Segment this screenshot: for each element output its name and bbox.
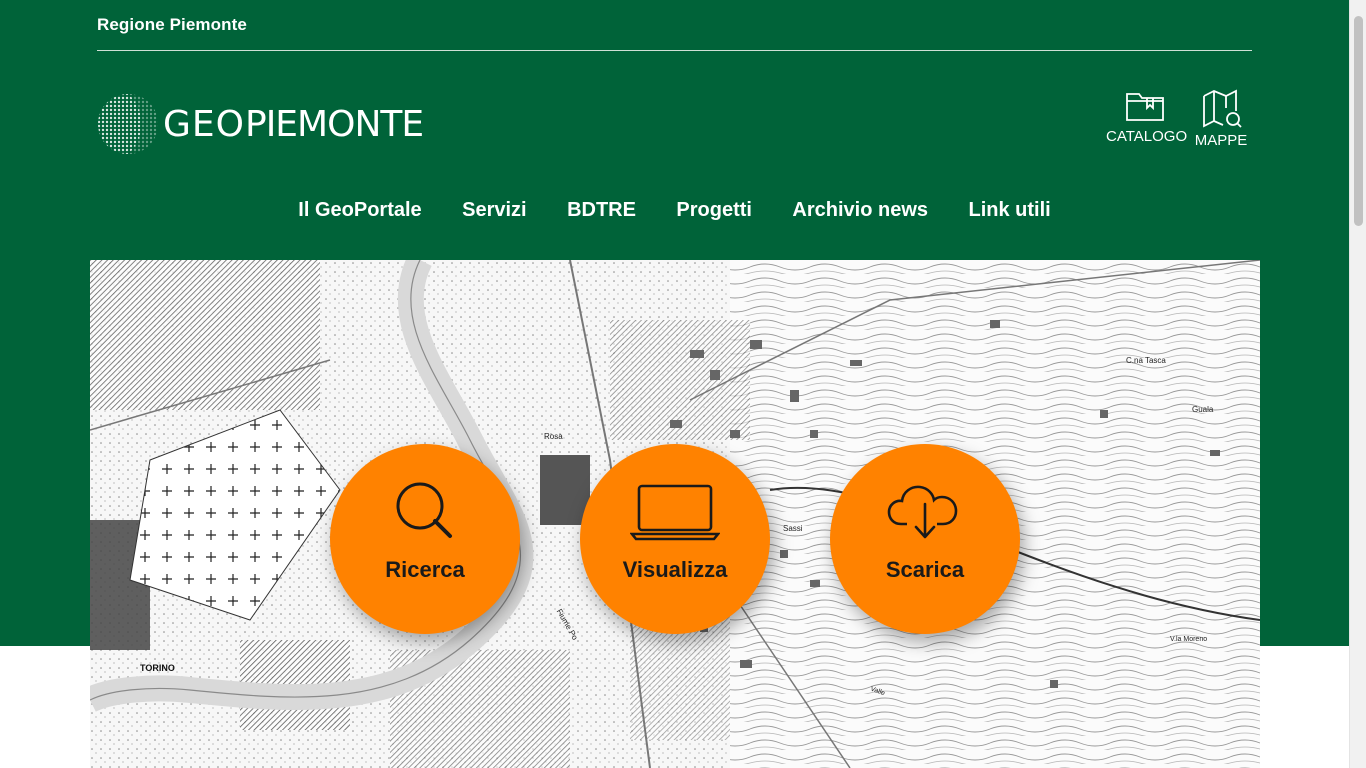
visualizza-label: Visualizza bbox=[622, 557, 728, 582]
nav-bdtre[interactable]: BDTRE bbox=[567, 199, 636, 222]
laptop-icon bbox=[630, 484, 720, 541]
nav-progetti[interactable]: Progetti bbox=[676, 199, 752, 222]
folder-bookmark-icon bbox=[1126, 93, 1164, 121]
map-label-sassi: Sassi bbox=[783, 524, 803, 533]
geopiemonte-logo[interactable]: GEOPIEMONTE bbox=[97, 84, 427, 164]
nav-servizi[interactable]: Servizi bbox=[462, 199, 526, 222]
catalogo-label: CATALOGO bbox=[1106, 128, 1188, 145]
logo-name-text: PIEMONTE bbox=[244, 104, 424, 145]
map-label-vla-moreno: V.la Moreno bbox=[1170, 636, 1208, 643]
magnifier-icon bbox=[396, 482, 452, 538]
nav-link-utili[interactable]: Link utili bbox=[968, 199, 1050, 222]
mappe-button[interactable]: MAPPE bbox=[1192, 88, 1250, 149]
scarica-label: Scarica bbox=[885, 557, 965, 582]
logo-geo-text: GEO bbox=[163, 104, 245, 145]
nav-il-geoportale[interactable]: Il GeoPortale bbox=[298, 199, 421, 222]
main-navigation: Il GeoPortale Servizi BDTRE Progetti Arc… bbox=[0, 199, 1349, 222]
visualizza-button[interactable]: Visualizza bbox=[580, 444, 770, 634]
catalogo-button[interactable]: CATALOGO bbox=[1106, 88, 1188, 145]
map-label-guala: Guala bbox=[1192, 405, 1214, 414]
mappe-label: MAPPE bbox=[1194, 132, 1248, 149]
ricerca-button[interactable]: Ricerca bbox=[330, 444, 520, 634]
map-label-rosa: Rosa bbox=[544, 432, 563, 441]
header-divider bbox=[97, 50, 1252, 51]
ricerca-label: Ricerca bbox=[385, 557, 465, 582]
map-search-icon bbox=[1203, 89, 1242, 128]
logo-wordmark: GEOPIEMONTE bbox=[163, 104, 424, 145]
map-label-torino: TORINO bbox=[140, 663, 175, 673]
regione-piemonte-link[interactable]: Regione Piemonte bbox=[97, 15, 247, 35]
scrollbar-thumb[interactable] bbox=[1354, 16, 1363, 226]
scarica-button[interactable]: Scarica bbox=[830, 444, 1020, 634]
page-scrollbar[interactable] bbox=[1349, 0, 1366, 768]
globe-logo-icon bbox=[98, 94, 158, 154]
nav-archivio-news[interactable]: Archivio news bbox=[792, 199, 928, 222]
map-label-cna-tasca: C.na Tasca bbox=[1126, 356, 1166, 365]
cloud-download-icon bbox=[887, 485, 958, 539]
